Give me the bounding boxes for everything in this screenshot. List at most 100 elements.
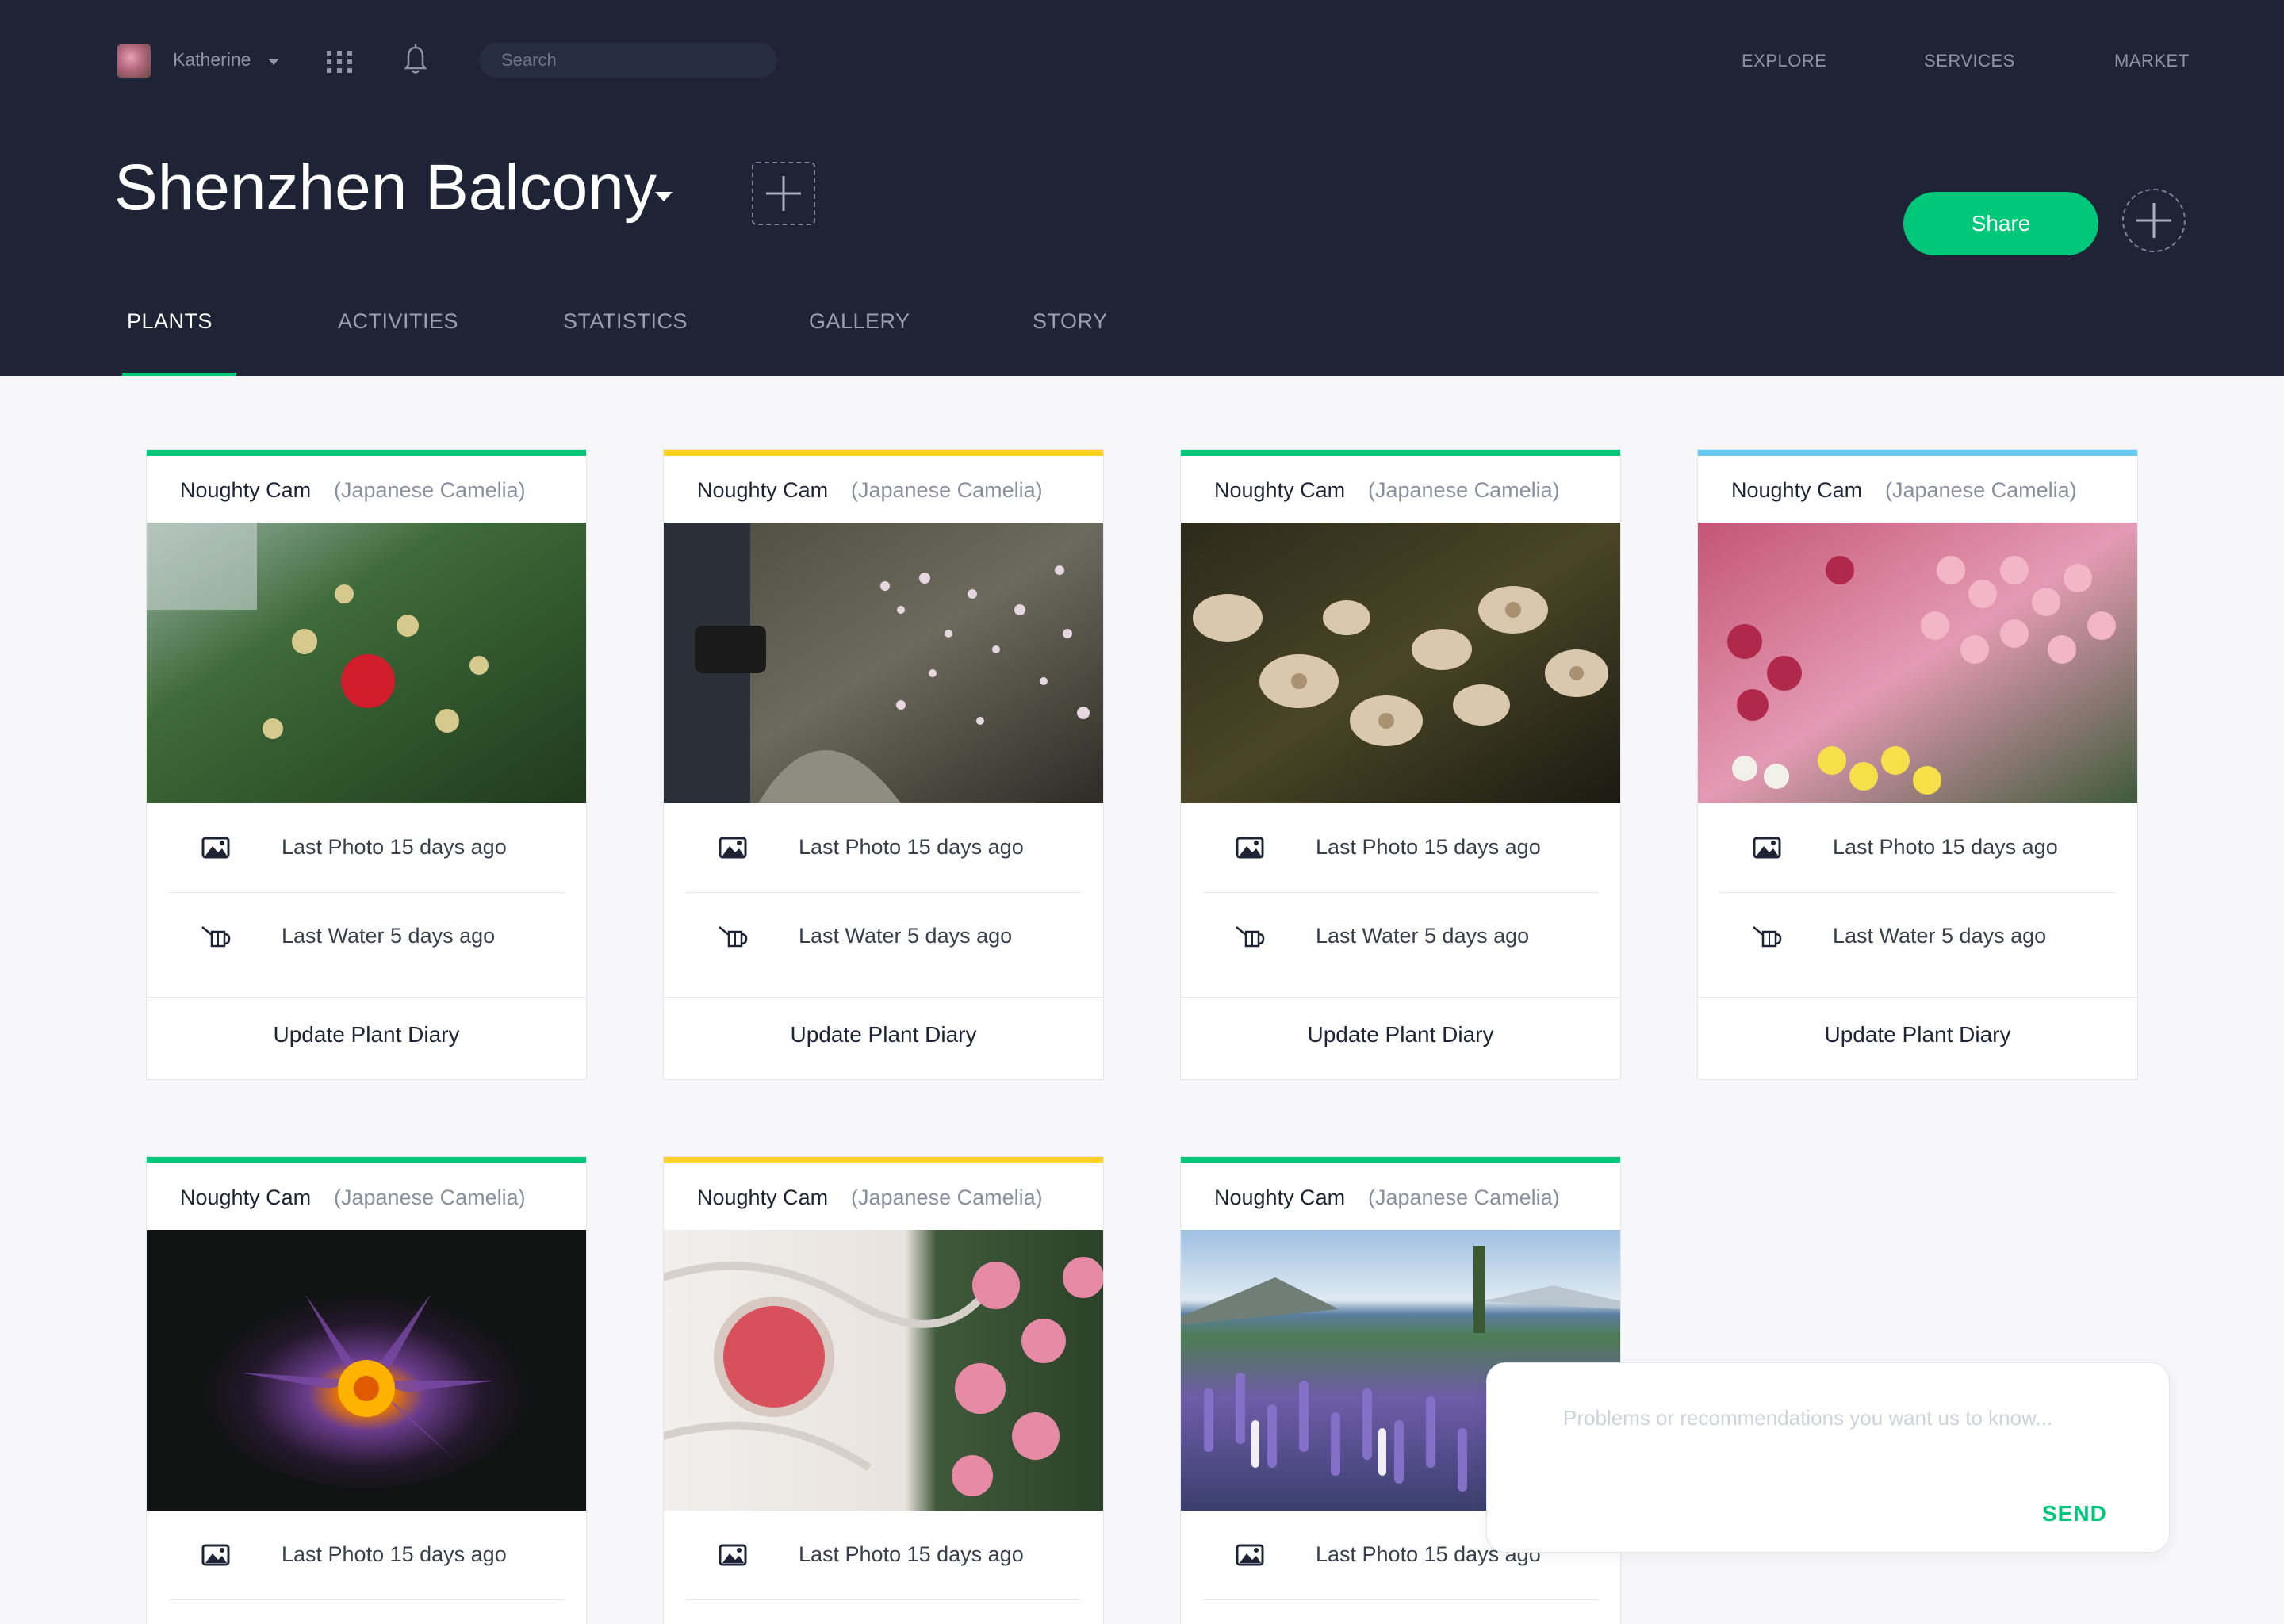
plant-photo[interactable] bbox=[663, 523, 1104, 803]
watering-can-icon bbox=[201, 926, 231, 948]
feedback-panel: SEND bbox=[1486, 1362, 2170, 1553]
last-photo-text: Last Photo 15 days ago bbox=[282, 835, 507, 859]
garden-switch-caret-icon[interactable] bbox=[655, 192, 673, 201]
last-photo-text: Last Photo 15 days ago bbox=[1316, 835, 1541, 859]
last-photo-text: Last Photo 15 days ago bbox=[799, 835, 1024, 859]
divider bbox=[664, 997, 1103, 998]
avatar[interactable] bbox=[117, 44, 151, 78]
bell-icon[interactable] bbox=[403, 44, 428, 76]
plant-photo[interactable] bbox=[1180, 523, 1621, 803]
card-status-bar bbox=[147, 450, 586, 456]
plant-card[interactable]: Noughty Cam (Japanese Camelia) Last Phot… bbox=[663, 1156, 1104, 1624]
tab-story[interactable]: STORY bbox=[1033, 309, 1108, 334]
update-diary-button[interactable]: Update Plant Diary bbox=[147, 1022, 586, 1048]
plant-card[interactable]: Noughty Cam (Japanese Camelia) Last Phot… bbox=[1180, 449, 1621, 1080]
plant-name: Noughty Cam bbox=[180, 1185, 312, 1209]
last-water-row: Last Water 5 days ago bbox=[1181, 892, 1620, 981]
last-photo-row: Last Photo 15 days ago bbox=[1181, 803, 1620, 892]
watering-can-icon bbox=[1753, 926, 1782, 948]
photo-icon bbox=[201, 837, 230, 859]
plant-species: (Japanese Camelia) bbox=[851, 478, 1043, 502]
plant-photo[interactable] bbox=[1697, 523, 2138, 803]
plant-photo[interactable] bbox=[146, 523, 587, 803]
plant-card[interactable]: Noughty Cam (Japanese Camelia) Last Phot… bbox=[663, 449, 1104, 1080]
last-water-text: Last Water 5 days ago bbox=[799, 924, 1013, 948]
search-input[interactable] bbox=[479, 43, 777, 78]
plant-card[interactable]: Noughty Cam (Japanese Camelia) Last Phot… bbox=[146, 1156, 587, 1624]
last-water-row: Last Water 5 days ago bbox=[147, 892, 586, 981]
last-water-row: Last Water 5 days ago bbox=[1698, 892, 2137, 981]
card-status-bar bbox=[1181, 1157, 1620, 1163]
last-photo-row: Last Photo 15 days ago bbox=[147, 1511, 586, 1599]
plant-name: Noughty Cam bbox=[1214, 1185, 1346, 1209]
divider bbox=[169, 1599, 564, 1600]
plant-photo[interactable] bbox=[146, 1230, 587, 1511]
photo-icon bbox=[719, 837, 747, 859]
photo-icon bbox=[201, 1544, 230, 1566]
page-title[interactable]: Shenzhen Balcony bbox=[114, 151, 657, 225]
tab-statistics[interactable]: STATISTICS bbox=[563, 309, 688, 334]
last-photo-row: Last Photo 15 days ago bbox=[147, 803, 586, 892]
update-diary-button[interactable]: Update Plant Diary bbox=[1181, 1022, 1620, 1048]
plant-name: Noughty Cam bbox=[180, 478, 312, 502]
user-menu-caret-icon[interactable] bbox=[268, 59, 279, 65]
last-water-text: Last Water 5 days ago bbox=[1316, 924, 1530, 948]
update-diary-button[interactable]: Update Plant Diary bbox=[1698, 1022, 2137, 1048]
nav-services[interactable]: SERVICES bbox=[1924, 51, 2015, 71]
username[interactable]: Katherine bbox=[173, 49, 251, 71]
plant-card[interactable]: Noughty Cam (Japanese Camelia) Last Phot… bbox=[146, 449, 587, 1080]
last-photo-text: Last Photo 15 days ago bbox=[1833, 835, 2058, 859]
watering-can-icon bbox=[1236, 926, 1265, 948]
app-header: Katherine EXPLORE SERVICES MARKET Shenzh… bbox=[0, 0, 2284, 376]
divider bbox=[1698, 997, 2137, 998]
plus-icon bbox=[766, 176, 801, 211]
plant-species: (Japanese Camelia) bbox=[1368, 478, 1560, 502]
share-button[interactable]: Share bbox=[1903, 192, 2098, 255]
plant-species: (Japanese Camelia) bbox=[1885, 478, 2077, 502]
nav-explore[interactable]: EXPLORE bbox=[1742, 51, 1826, 71]
divider bbox=[147, 997, 586, 998]
tab-plants[interactable]: PLANTS bbox=[127, 309, 213, 334]
plant-name: Noughty Cam bbox=[1214, 478, 1346, 502]
active-tab-indicator bbox=[122, 373, 236, 376]
tab-gallery[interactable]: GALLERY bbox=[809, 309, 910, 334]
last-water-text: Last Water 5 days ago bbox=[282, 924, 496, 948]
apps-grid-icon[interactable] bbox=[327, 51, 352, 73]
add-garden-button[interactable] bbox=[752, 162, 815, 225]
plant-species: (Japanese Camelia) bbox=[1368, 1185, 1560, 1209]
plant-photo[interactable] bbox=[663, 1230, 1104, 1511]
photo-icon bbox=[1753, 837, 1781, 859]
update-diary-button[interactable]: Update Plant Diary bbox=[664, 1022, 1103, 1048]
card-status-bar bbox=[664, 1157, 1103, 1163]
add-plant-button[interactable] bbox=[2122, 189, 2186, 252]
last-photo-row: Last Photo 15 days ago bbox=[1698, 803, 2137, 892]
last-water-text: Last Water 5 days ago bbox=[1833, 924, 2047, 948]
plant-species: (Japanese Camelia) bbox=[334, 478, 526, 502]
divider bbox=[1203, 1599, 1598, 1600]
plant-name: Noughty Cam bbox=[1731, 478, 1863, 502]
send-button[interactable]: SEND bbox=[2042, 1501, 2107, 1526]
card-status-bar bbox=[1698, 450, 2137, 456]
tab-activities[interactable]: ACTIVITIES bbox=[338, 309, 458, 334]
last-photo-row: Last Photo 15 days ago bbox=[664, 1511, 1103, 1599]
card-status-bar bbox=[147, 1157, 586, 1163]
photo-icon bbox=[1236, 1544, 1264, 1566]
last-photo-text: Last Photo 15 days ago bbox=[799, 1542, 1024, 1566]
plant-card[interactable]: Noughty Cam (Japanese Camelia) Last Phot… bbox=[1697, 449, 2138, 1080]
plant-species: (Japanese Camelia) bbox=[851, 1185, 1043, 1209]
card-status-bar bbox=[1181, 450, 1620, 456]
photo-icon bbox=[1236, 837, 1264, 859]
plant-name: Noughty Cam bbox=[697, 1185, 829, 1209]
plant-name: Noughty Cam bbox=[697, 478, 829, 502]
plant-species: (Japanese Camelia) bbox=[334, 1185, 526, 1209]
nav-market[interactable]: MARKET bbox=[2114, 51, 2190, 71]
feedback-input[interactable] bbox=[1563, 1406, 2118, 1477]
last-water-row: Last Water 5 days ago bbox=[664, 892, 1103, 981]
watering-can-icon bbox=[719, 926, 748, 948]
last-photo-row: Last Photo 15 days ago bbox=[664, 803, 1103, 892]
last-photo-text: Last Photo 15 days ago bbox=[282, 1542, 507, 1566]
divider bbox=[1181, 997, 1620, 998]
photo-icon bbox=[719, 1544, 747, 1566]
plus-icon bbox=[2136, 203, 2171, 238]
divider bbox=[686, 1599, 1081, 1600]
